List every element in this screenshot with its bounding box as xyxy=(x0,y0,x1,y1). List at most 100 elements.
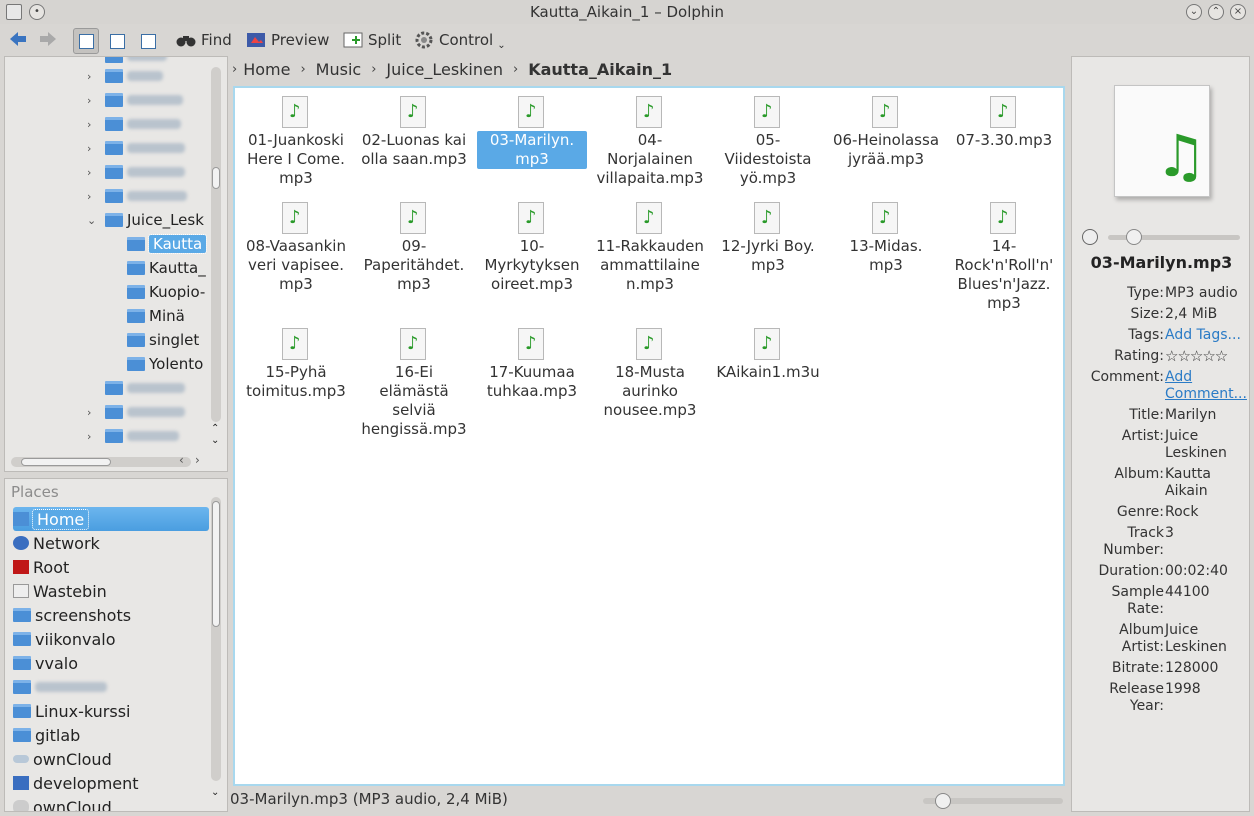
folder-icon xyxy=(13,656,31,670)
icons-view-button[interactable] xyxy=(73,28,99,54)
folders-vertical-scrollbar[interactable] xyxy=(211,67,221,422)
file-item[interactable]: ♪ 11-Rakkauden ammattilaine n.mp3 xyxy=(595,202,705,294)
audio-file-icon: ♪ xyxy=(518,328,546,360)
music-note-icon: ♫ xyxy=(1155,122,1207,190)
preview-button[interactable]: Preview xyxy=(246,28,329,52)
file-view[interactable]: ♪ 01-Juankoski Here I Come. mp3 ♪ 02-Luona… xyxy=(233,86,1065,786)
place-root[interactable]: Root xyxy=(13,555,209,579)
tree-item-mina[interactable]: Minä xyxy=(109,305,185,327)
crumb-music[interactable]: Music xyxy=(316,60,362,79)
place-home[interactable]: Home xyxy=(13,507,209,531)
tree-item-blurred[interactable]: › xyxy=(87,185,187,207)
file-item[interactable]: ♪ 15-Pyhä toimitus.mp3 xyxy=(241,328,351,401)
audio-file-icon: ♪ xyxy=(518,96,546,128)
tree-item-singlet[interactable]: singlet xyxy=(109,329,199,351)
crumb-juice-leskinen[interactable]: Juice_Leskinen xyxy=(386,60,503,79)
tree-item-blurred[interactable] xyxy=(87,377,185,399)
audio-file-icon: ♪ xyxy=(400,96,428,128)
add-tags-link[interactable]: Add Tags... xyxy=(1165,327,1249,344)
file-item[interactable]: ♪ 09-Paperitähdet. mp3 xyxy=(359,202,469,294)
audio-file-icon: ♪ xyxy=(990,96,1018,128)
file-item[interactable]: ♪ 05-Viidestoista yö.mp3 xyxy=(713,96,823,188)
file-preview: ♫ xyxy=(1114,85,1210,197)
minimize-button[interactable]: ⌄ xyxy=(1186,4,1202,20)
tree-item-blurred[interactable]: › xyxy=(87,137,185,159)
file-item[interactable]: ♪ 18-Musta aurinko nousee.mp3 xyxy=(595,328,705,420)
file-item[interactable]: ♪ 06-Heinolassa jyrää.mp3 xyxy=(831,96,941,169)
place-owncloud[interactable]: ownCloud xyxy=(13,747,209,771)
file-item[interactable]: ♪ KAikain1.m3u xyxy=(713,328,823,382)
folders-panel: › › › › › › ⌄ Juice_Lesk Kautta Kautta_ K… xyxy=(4,56,228,472)
hscroll-thumb[interactable] xyxy=(21,458,111,466)
place-viikonvalo[interactable]: viikonvalo xyxy=(13,627,209,651)
scroll-thumb[interactable] xyxy=(212,167,220,189)
add-comment-link[interactable]: Add Comment... xyxy=(1165,369,1249,403)
audio-file-icon: ♪ xyxy=(872,202,900,234)
file-item[interactable]: ♪ 08-Vaasankin veri vapisee. mp3 xyxy=(241,202,351,294)
details-view-button[interactable] xyxy=(135,28,161,54)
drive-icon xyxy=(13,800,29,811)
tree-item-kautta[interactable]: Kautta xyxy=(109,233,208,255)
scroll-right-icon[interactable]: › xyxy=(195,453,200,467)
tree-item-yolento[interactable]: Yolento xyxy=(109,353,203,375)
file-item[interactable]: ♪ 12-Jyrki Boy. mp3 xyxy=(713,202,823,275)
split-button[interactable]: Split xyxy=(343,28,401,52)
crumb-current[interactable]: Kautta_Aikain_1 xyxy=(528,60,672,79)
places-vertical-scrollbar[interactable] xyxy=(211,497,221,781)
compact-view-button[interactable] xyxy=(104,28,130,54)
place-wastebin[interactable]: Wastebin xyxy=(13,579,209,603)
zoom-slider-handle[interactable] xyxy=(935,793,951,809)
file-item[interactable]: ♪ 17-Kuumaa tuhkaa.mp3 xyxy=(477,328,587,401)
find-button[interactable]: Find xyxy=(176,28,232,52)
control-menu-button[interactable]: Control ⌄ xyxy=(414,28,506,52)
forward-icon[interactable] xyxy=(38,30,58,48)
play-button[interactable] xyxy=(1082,229,1098,245)
file-item[interactable]: ♪ 01-Juankoski Here I Come. mp3 xyxy=(241,96,351,188)
place-owncloud-2[interactable]: ownCloud xyxy=(13,795,209,811)
tree-item-kautta-2[interactable]: Kautta_ xyxy=(109,257,206,279)
tree-item-blurred[interactable]: › xyxy=(87,161,185,183)
place-screenshots[interactable]: screenshots xyxy=(13,603,209,627)
close-button[interactable]: × xyxy=(1230,4,1246,20)
file-item[interactable]: ♪ 10-Myrkytyksen oireet.mp3 xyxy=(477,202,587,294)
tree-item-blurred[interactable]: › xyxy=(87,65,163,87)
place-development[interactable]: development xyxy=(13,771,209,795)
tree-item-kuopio[interactable]: Kuopio- xyxy=(109,281,205,303)
scroll-down-icon[interactable]: ⌄ xyxy=(211,435,219,446)
crumb-home[interactable]: Home xyxy=(243,60,290,79)
rating-stars[interactable]: ☆☆☆☆☆ xyxy=(1165,348,1249,365)
place-linux-kurssi[interactable]: Linux-kurssi xyxy=(13,699,209,723)
file-item[interactable]: ♪ 04-Norjalainen villapaita.mp3 xyxy=(595,96,705,188)
maximize-button[interactable]: ⌃ xyxy=(1208,4,1224,20)
file-item[interactable]: ♪ 13-Midas. mp3 xyxy=(831,202,941,275)
audio-file-icon: ♪ xyxy=(872,96,900,128)
file-item[interactable]: ♪ 02-Luonas kai olla saan.mp3 xyxy=(359,96,469,169)
place-gitlab[interactable]: gitlab xyxy=(13,723,209,747)
audio-file-icon: ♪ xyxy=(282,96,310,128)
file-item[interactable]: ♪ 07-3.30.mp3 xyxy=(949,96,1059,150)
breadcrumb-root-arrow[interactable]: › xyxy=(232,62,237,77)
scroll-down-icon[interactable]: ⌄ xyxy=(211,787,219,798)
file-item[interactable]: ♪ 14-Rock'n'Roll'n' Blues'n'Jazz. mp3 xyxy=(949,202,1059,313)
place-network[interactable]: Network xyxy=(13,531,209,555)
back-icon[interactable] xyxy=(8,30,28,48)
tree-item-blurred[interactable]: › xyxy=(87,401,185,423)
tree-item-blurred[interactable]: › xyxy=(87,89,183,111)
scroll-left-icon[interactable]: ‹ xyxy=(179,453,184,467)
tree-item-blurred[interactable]: › xyxy=(87,425,179,447)
playlist-file-icon: ♪ xyxy=(754,328,782,360)
audio-file-icon: ♪ xyxy=(400,202,428,234)
scroll-up-icon[interactable]: ⌃ xyxy=(211,423,219,434)
file-item[interactable]: ♪ 16-Ei elämästä selviä hengissä.mp3 xyxy=(359,328,469,439)
tree-item-blurred[interactable]: › xyxy=(87,113,181,135)
seek-handle[interactable] xyxy=(1126,229,1142,245)
file-item-selected[interactable]: ♪ 03-Marilyn. mp3 xyxy=(477,96,587,169)
folders-horizontal-scrollbar[interactable] xyxy=(11,457,191,467)
tree-item-juice-leskinen[interactable]: ⌄ Juice_Lesk xyxy=(87,209,204,231)
place-blurred[interactable] xyxy=(13,675,209,699)
folder-icon xyxy=(13,632,31,646)
place-vvalo[interactable]: vvalo xyxy=(13,651,209,675)
network-icon xyxy=(13,536,29,550)
scroll-thumb[interactable] xyxy=(212,501,220,627)
development-folder-icon xyxy=(13,776,29,790)
